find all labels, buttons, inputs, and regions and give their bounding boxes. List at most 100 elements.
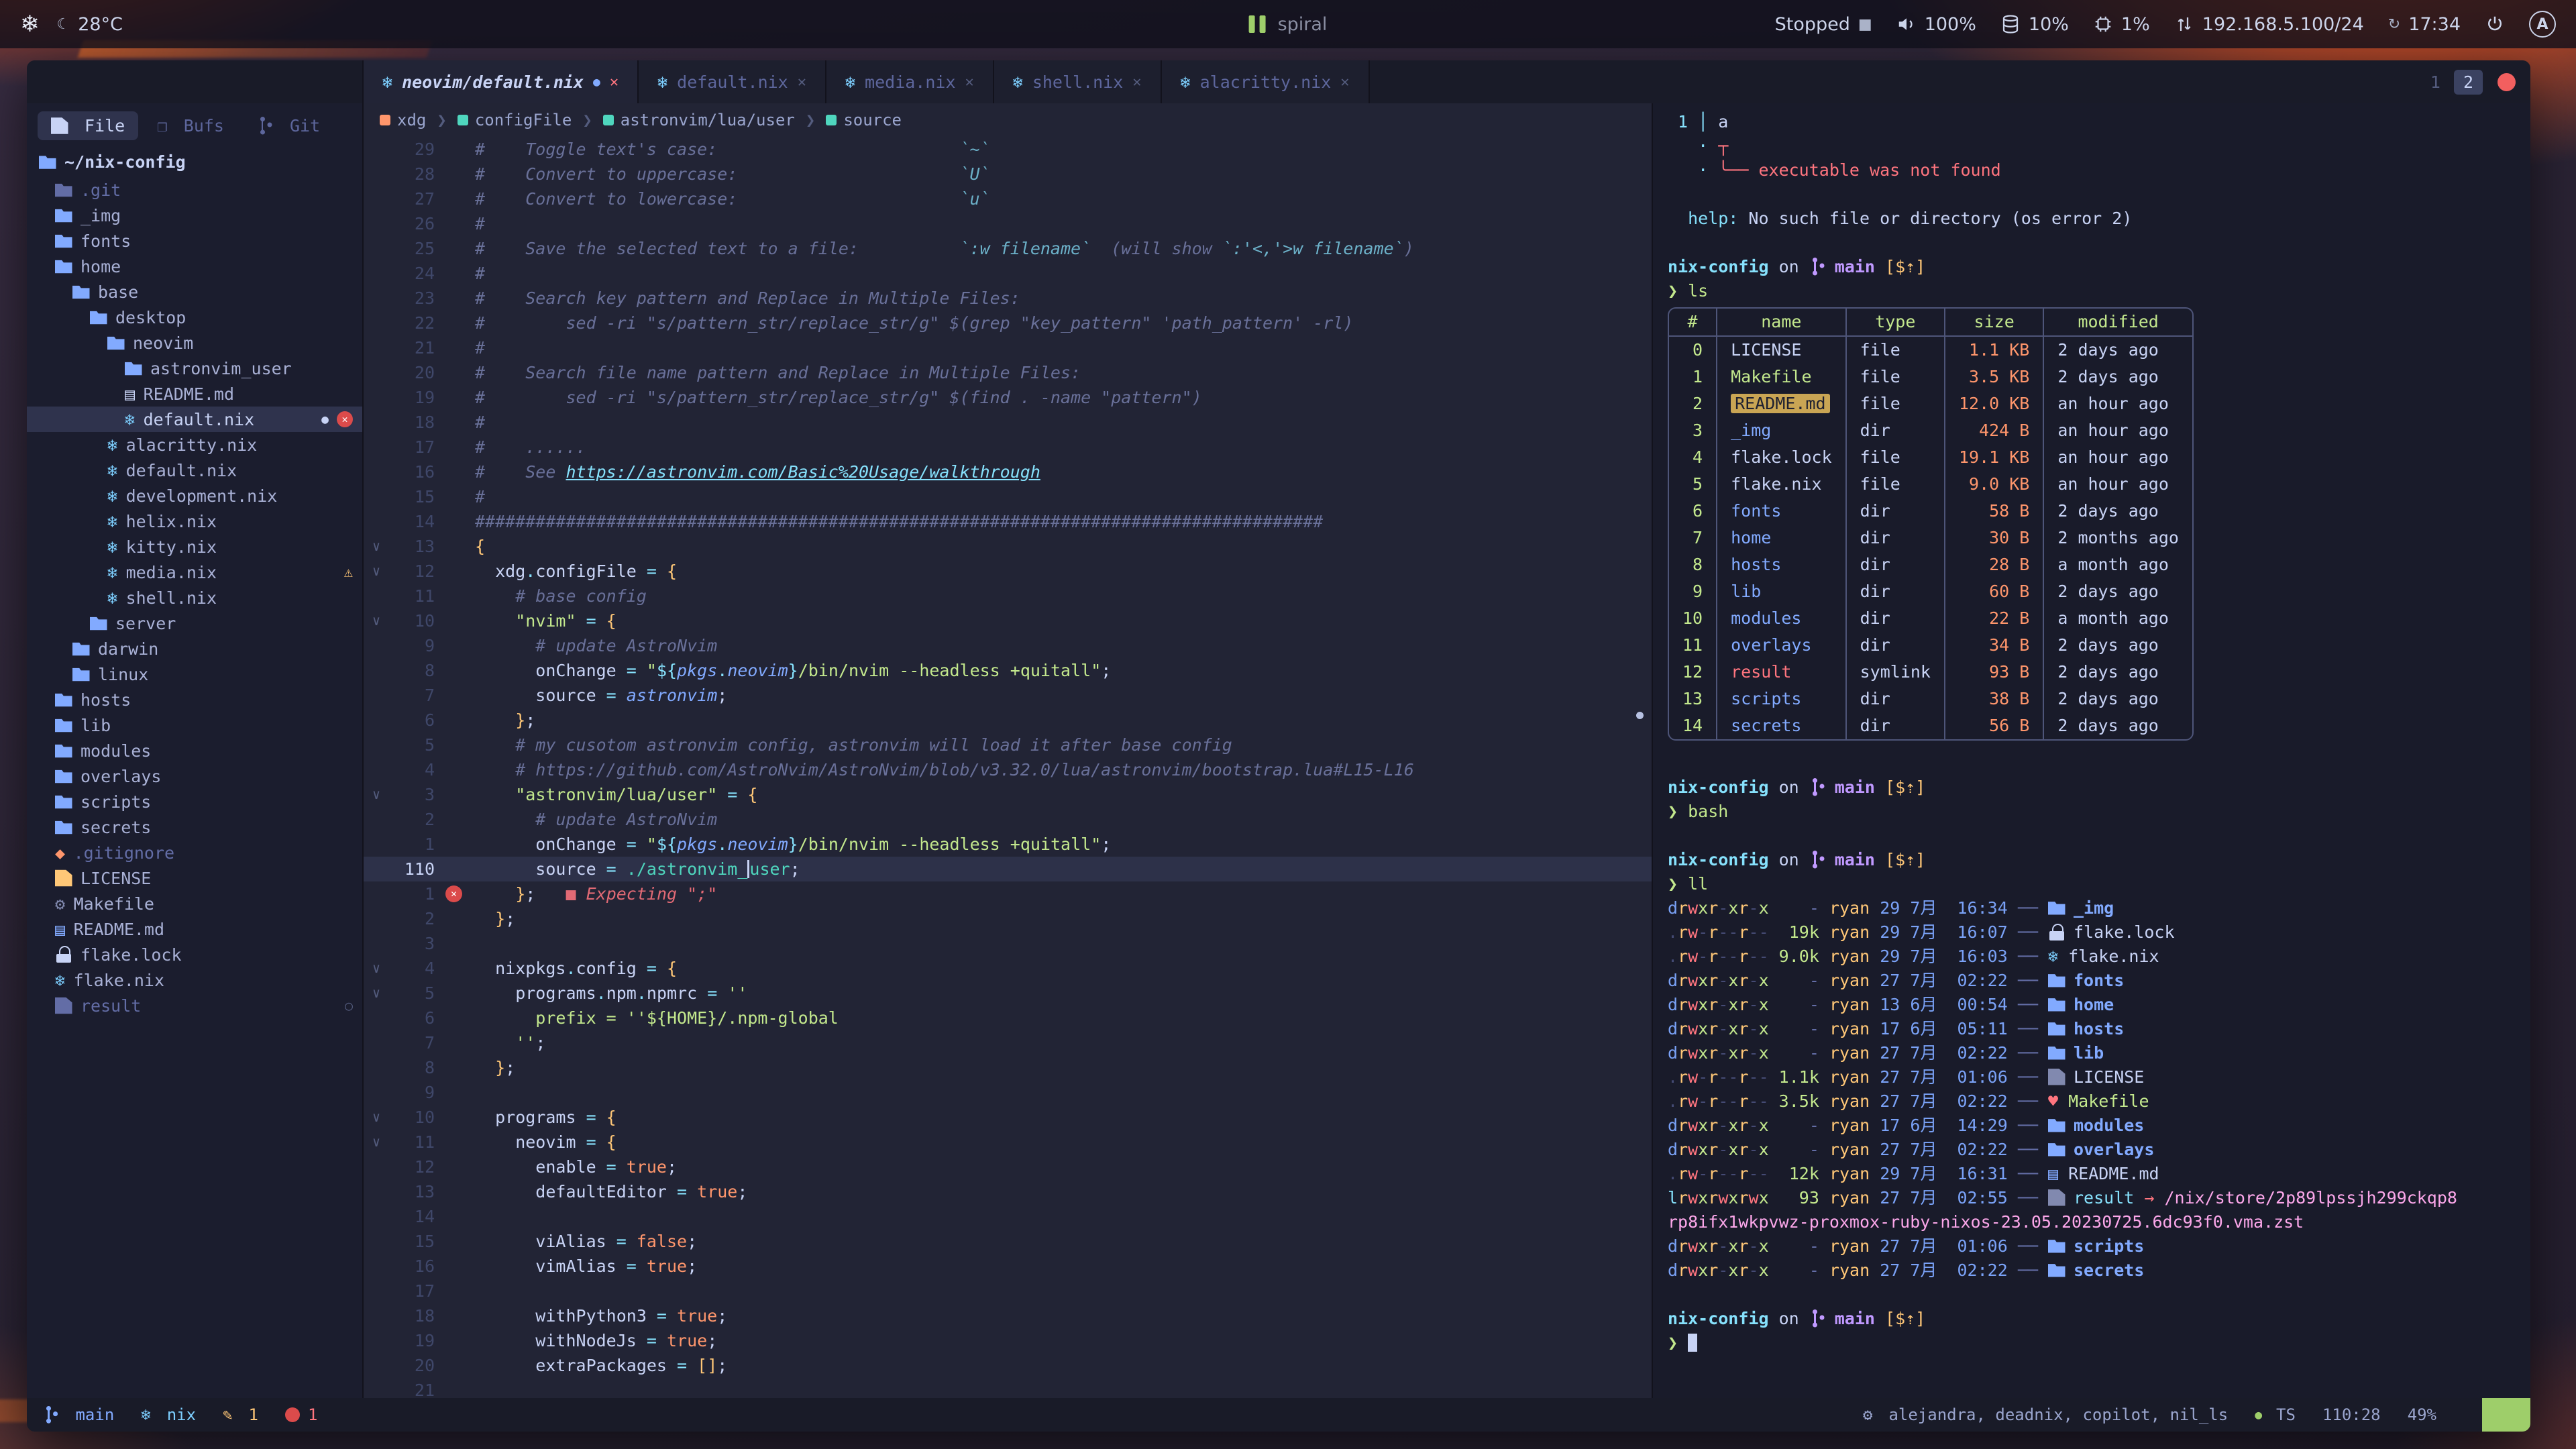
buffer-tab[interactable]: ❄alacritty.nix✕ xyxy=(1162,60,1370,103)
buffer-tab[interactable]: ❄media.nix✕ xyxy=(826,60,994,103)
editor-line[interactable]: 26# xyxy=(364,211,1652,236)
editor-line[interactable]: ∨10 programs = { xyxy=(364,1105,1652,1130)
editor-line[interactable]: 15# xyxy=(364,484,1652,509)
sidebar-tab-git[interactable]: Git xyxy=(243,111,333,140)
editor-line[interactable]: ∨13{ xyxy=(364,534,1652,559)
tree-item[interactable]: ❄media.nix⚠ xyxy=(27,559,362,585)
buffer-tab[interactable]: ❄shell.nix✕ xyxy=(994,60,1162,103)
editor-line[interactable]: 19# sed -ri "s/pattern_str/replace_str/g… xyxy=(364,385,1652,410)
editor-line[interactable]: 4 # https://github.com/AstroNvim/AstroNv… xyxy=(364,757,1652,782)
editor-line[interactable]: 3 xyxy=(364,931,1652,956)
tabpage-2[interactable]: 2 xyxy=(2454,70,2483,95)
fold-marker-icon[interactable]: ∨ xyxy=(364,956,389,981)
editor-line[interactable]: 2 # update AstroNvim xyxy=(364,807,1652,832)
pause-icon[interactable] xyxy=(1249,15,1266,33)
clock-widget[interactable]: ↻ 17:34 xyxy=(2388,14,2461,35)
code-buffer[interactable]: 29# Toggle text's case: `~`28# Convert t… xyxy=(364,137,1652,1398)
editor-line[interactable]: 20 extraPackages = []; xyxy=(364,1353,1652,1378)
tree-item[interactable]: overlays xyxy=(27,763,362,789)
sidebar-tab-file[interactable]: File xyxy=(38,111,138,140)
editor-line[interactable]: 7 source = astronvim; xyxy=(364,683,1652,708)
network-widget[interactable]: 192.168.5.100/24 xyxy=(2174,14,2364,35)
editor-line[interactable]: 17# ...... xyxy=(364,435,1652,460)
power-button[interactable] xyxy=(2485,14,2505,34)
editor-line[interactable]: 9 xyxy=(364,1080,1652,1105)
editor-line[interactable]: 9 # update AstroNvim xyxy=(364,633,1652,658)
close-icon[interactable]: ✕ xyxy=(798,74,806,91)
editor-line[interactable]: 6 }; xyxy=(364,708,1652,733)
tree-item[interactable]: ◆.gitignore xyxy=(27,840,362,865)
tree-item[interactable]: ⚙Makefile xyxy=(27,891,362,916)
editor-line[interactable]: 5 # my cusotom astronvim config, astronv… xyxy=(364,733,1652,757)
tree-item[interactable]: ❄helix.nix xyxy=(27,508,362,534)
fold-marker-icon[interactable]: ∨ xyxy=(364,782,389,807)
tree-item[interactable]: LICENSE xyxy=(27,865,362,891)
editor-line[interactable]: 7 ''; xyxy=(364,1030,1652,1055)
editor-line[interactable]: ∨3 "astronvim/lua/user" = { xyxy=(364,782,1652,807)
editor-line[interactable]: 14######################################… xyxy=(364,509,1652,534)
buffer-tab[interactable]: ❄neovim/default.nix●✕ xyxy=(364,60,639,103)
tree-item[interactable]: hosts xyxy=(27,687,362,712)
tree-item[interactable]: ❄flake.nix xyxy=(27,967,362,993)
fold-marker-icon[interactable]: ∨ xyxy=(364,1105,389,1130)
tree-item[interactable]: home xyxy=(27,254,362,279)
editor-line[interactable]: ∨11 neovim = { xyxy=(364,1130,1652,1155)
tree-item[interactable]: ❄default.nix●✕ xyxy=(27,407,362,432)
tree-item[interactable]: .git xyxy=(27,177,362,203)
tree-item[interactable]: scripts xyxy=(27,789,362,814)
editor-line[interactable]: 28# Convert to uppercase: `U` xyxy=(364,162,1652,186)
tree-item[interactable]: _img xyxy=(27,203,362,228)
editor-line[interactable]: 21 xyxy=(364,1378,1652,1398)
tree-root[interactable]: ~/nix-config xyxy=(27,144,362,177)
tree-item[interactable]: darwin xyxy=(27,636,362,661)
tree-item[interactable]: ❄kitty.nix xyxy=(27,534,362,559)
tree-item[interactable]: linux xyxy=(27,661,362,687)
editor-line[interactable]: 23# Search key pattern and Replace in Mu… xyxy=(364,286,1652,311)
fold-marker-icon[interactable]: ∨ xyxy=(364,559,389,584)
editor-line[interactable]: 8 }; xyxy=(364,1055,1652,1080)
editor-line[interactable]: 2 }; xyxy=(364,906,1652,931)
editor-line[interactable]: 18 withPython3 = true; xyxy=(364,1303,1652,1328)
tree-item[interactable]: fonts xyxy=(27,228,362,254)
keyboard-layout-badge[interactable]: A xyxy=(2529,11,2556,38)
close-icon[interactable]: ✕ xyxy=(1340,74,1349,91)
editor-line[interactable]: ∨10 "nvim" = { xyxy=(364,608,1652,633)
close-icon[interactable]: ✕ xyxy=(1132,74,1141,91)
terminal-pane[interactable]: 1 │ a · ┬ · ╰── executable was not found… xyxy=(1652,103,2530,1398)
editor-line[interactable]: 22# sed -ri "s/pattern_str/replace_str/g… xyxy=(364,311,1652,335)
editor-line[interactable]: 20# Search file name pattern and Replace… xyxy=(364,360,1652,385)
fold-marker-icon[interactable]: ∨ xyxy=(364,981,389,1006)
editor-line[interactable]: 13 defaultEditor = true; xyxy=(364,1179,1652,1204)
editor-line[interactable]: ∨12 xdg.configFile = { xyxy=(364,559,1652,584)
fold-marker-icon[interactable]: ∨ xyxy=(364,534,389,559)
editor-line[interactable]: 12 enable = true; xyxy=(364,1155,1652,1179)
editor-line[interactable]: 14 xyxy=(364,1204,1652,1229)
tree-item[interactable]: server xyxy=(27,610,362,636)
tree-item[interactable]: base xyxy=(27,279,362,305)
editor-line[interactable]: 24# xyxy=(364,261,1652,286)
editor-line[interactable]: 110 source = ./astronvim_user; xyxy=(364,857,1652,881)
close-icon[interactable]: ✕ xyxy=(965,74,974,91)
nixos-logo-icon[interactable]: ❄ xyxy=(20,11,40,38)
tree-item[interactable]: ❄shell.nix xyxy=(27,585,362,610)
editor-line[interactable]: ∨4 nixpkgs.config = { xyxy=(364,956,1652,981)
close-icon[interactable]: ✕ xyxy=(610,74,619,91)
tree-item[interactable]: ▤README.md xyxy=(27,381,362,407)
fold-marker-icon[interactable]: ∨ xyxy=(364,608,389,633)
tree-item[interactable]: modules xyxy=(27,738,362,763)
tree-item[interactable]: flake.lock xyxy=(27,942,362,967)
buffer-tab[interactable]: ❄default.nix✕ xyxy=(639,60,826,103)
disk-widget[interactable]: 10% xyxy=(2000,14,2069,35)
editor-line[interactable]: 6 prefix = ''${HOME}/.npm-global xyxy=(364,1006,1652,1030)
editor-line[interactable]: 8 onChange = "${pkgs.neovim}/bin/nvim --… xyxy=(364,658,1652,683)
editor-line[interactable]: 29# Toggle text's case: `~` xyxy=(364,137,1652,162)
close-button[interactable] xyxy=(2498,73,2516,91)
editor-line[interactable]: 25# Save the selected text to a file: `:… xyxy=(364,236,1652,261)
tree-item[interactable]: neovim xyxy=(27,330,362,356)
editor-line[interactable]: 16 vimAlias = true; xyxy=(364,1254,1652,1279)
editor-line[interactable]: 27# Convert to lowercase: `u` xyxy=(364,186,1652,211)
now-playing-widget[interactable]: spiral xyxy=(1249,14,1328,35)
editor-line[interactable]: 15 viAlias = false; xyxy=(364,1229,1652,1254)
tree-item[interactable]: ▤README.md xyxy=(27,916,362,942)
editor-line[interactable]: 21# xyxy=(364,335,1652,360)
